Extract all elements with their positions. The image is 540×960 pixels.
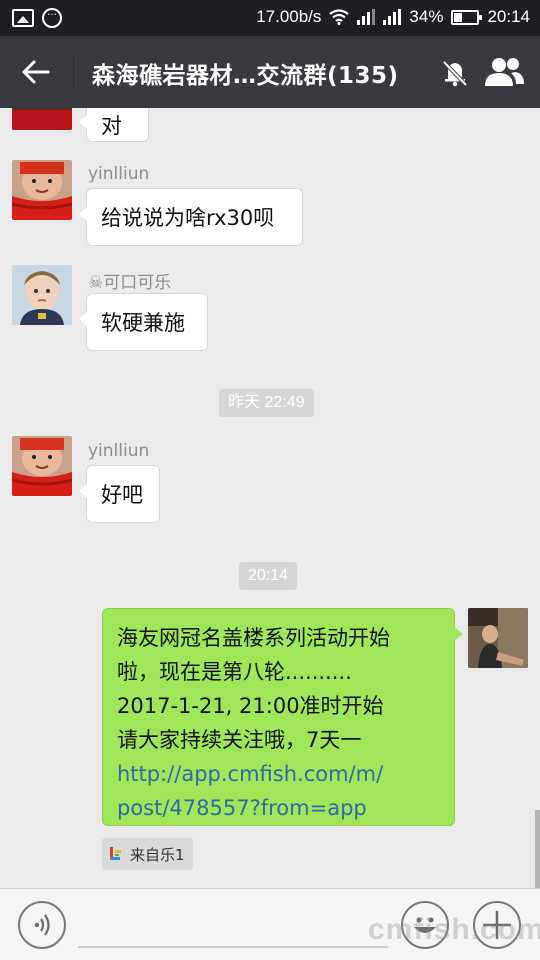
message-text: 给说说为啥rx30呗 [101, 206, 275, 230]
own-avatar[interactable] [468, 608, 528, 668]
avatar[interactable] [12, 436, 72, 496]
battery-percent: 34% [409, 7, 444, 26]
message-text: 好吧 [101, 483, 143, 507]
voice-button[interactable] [18, 901, 66, 949]
message-line: 海友网冠名盖楼系列活动开始 [117, 626, 390, 650]
battery-icon [451, 9, 483, 25]
mute-bell-icon[interactable] [440, 58, 470, 88]
wifi-icon [329, 9, 350, 25]
source-label: 来自乐1 [130, 845, 185, 864]
sender-name: yinlliun [88, 441, 150, 461]
message-text: 软硬兼施 [101, 311, 185, 335]
clock: 20:14 [487, 7, 530, 26]
avatar[interactable] [12, 108, 72, 130]
message-icon: ··· [42, 8, 62, 28]
title-bar: 森海礁岩器材…交流群(135) [0, 36, 540, 108]
timestamp: 昨天 22:49 [219, 389, 314, 417]
chat-area[interactable]: 对 yinlliun 给说说为啥rx30呗 ☠可口可乐 软硬兼施 昨天 22:4… [0, 108, 540, 888]
message-line: 请大家持续关注哦，7天一 [117, 728, 362, 752]
source-tag[interactable]: 来自乐1 [102, 838, 193, 870]
message-bubble[interactable]: 软硬兼施 [79, 293, 208, 351]
message-text: 对 [101, 114, 122, 138]
network-speed: 17.00b/s [256, 7, 322, 26]
message-line: 2017-1-21, 21:00准时开始 [117, 694, 384, 718]
group-members-icon[interactable] [483, 56, 525, 88]
message-bubble[interactable]: 好吧 [79, 465, 160, 523]
signal-icon-2 [383, 9, 402, 25]
sender-name: ☠可口可乐 [88, 273, 172, 293]
input-bar: cmfish.com [0, 888, 540, 960]
message-bubble[interactable]: 对 [79, 108, 149, 142]
message-link[interactable]: http://app.cmfish.com/m/ [117, 757, 440, 791]
avatar[interactable] [12, 265, 72, 325]
scrollbar[interactable] [535, 810, 540, 888]
status-right: 17.00b/s 34% 20:14 [256, 7, 530, 27]
own-message-bubble[interactable]: 海友网冠名盖楼系列活动开始 啦，现在是第八轮.......... 2017-1-… [102, 608, 463, 826]
message-link[interactable]: post/478557?from=app [117, 791, 440, 825]
signal-icon [357, 9, 376, 25]
timestamp: 20:14 [239, 562, 298, 590]
status-left: ··· [12, 8, 62, 28]
message-input[interactable] [78, 946, 388, 948]
voice-icon [34, 914, 50, 936]
back-arrow-icon[interactable] [18, 54, 54, 90]
image-icon [12, 9, 34, 27]
sender-name: yinlliun [88, 164, 150, 184]
letv-logo-icon [110, 847, 121, 860]
title-divider [73, 56, 74, 88]
avatar[interactable] [12, 160, 72, 220]
watermark: cmfish.com [368, 913, 540, 946]
message-line: 啦，现在是第八轮.......... [117, 660, 352, 684]
message-bubble[interactable]: 给说说为啥rx30呗 [79, 188, 303, 246]
status-bar: ··· 17.00b/s 34% 20:14 [0, 0, 540, 36]
chat-title: 森海礁岩器材…交流群(135) [92, 63, 399, 89]
